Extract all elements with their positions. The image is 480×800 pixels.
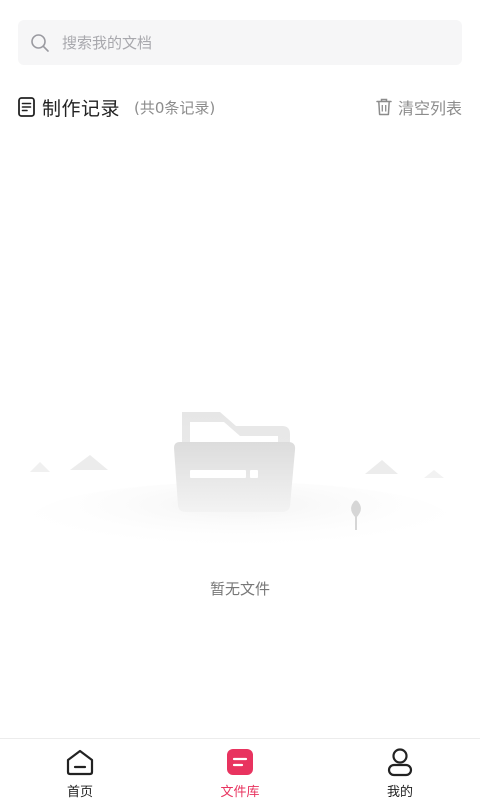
file-library-screen: 制作记录 (共0条记录) 清空列表 — [0, 0, 480, 800]
records-count: (共0条记录) — [134, 98, 216, 117]
profile-icon — [385, 747, 415, 777]
search-input[interactable] — [60, 32, 424, 53]
clear-list-button[interactable]: 清空列表 — [376, 95, 462, 119]
bottom-nav: 首页 文件库 我的 — [0, 738, 480, 800]
trash-icon — [376, 98, 392, 116]
nav-label-file-library: 文件库 — [220, 785, 260, 800]
search-bar[interactable] — [18, 20, 462, 65]
nav-item-profile[interactable]: 我的 — [320, 739, 480, 800]
file-library-icon — [225, 747, 255, 777]
home-icon — [65, 747, 95, 777]
records-title-group: 制作记录 (共0条记录) — [18, 94, 215, 121]
clear-list-label: 清空列表 — [397, 99, 462, 118]
records-title: 制作记录 — [42, 97, 121, 120]
document-icon — [18, 97, 36, 117]
nav-item-file-library[interactable]: 文件库 — [160, 739, 320, 800]
nav-item-home[interactable]: 首页 — [0, 739, 160, 800]
records-header: 制作记录 (共0条记录) 清空列表 — [18, 92, 462, 122]
search-icon — [30, 33, 50, 53]
empty-state-text: 暂无文件 — [209, 580, 270, 598]
nav-label-home: 首页 — [66, 785, 93, 800]
nav-label-profile: 我的 — [386, 785, 413, 800]
empty-folder-illustration — [20, 400, 460, 558]
